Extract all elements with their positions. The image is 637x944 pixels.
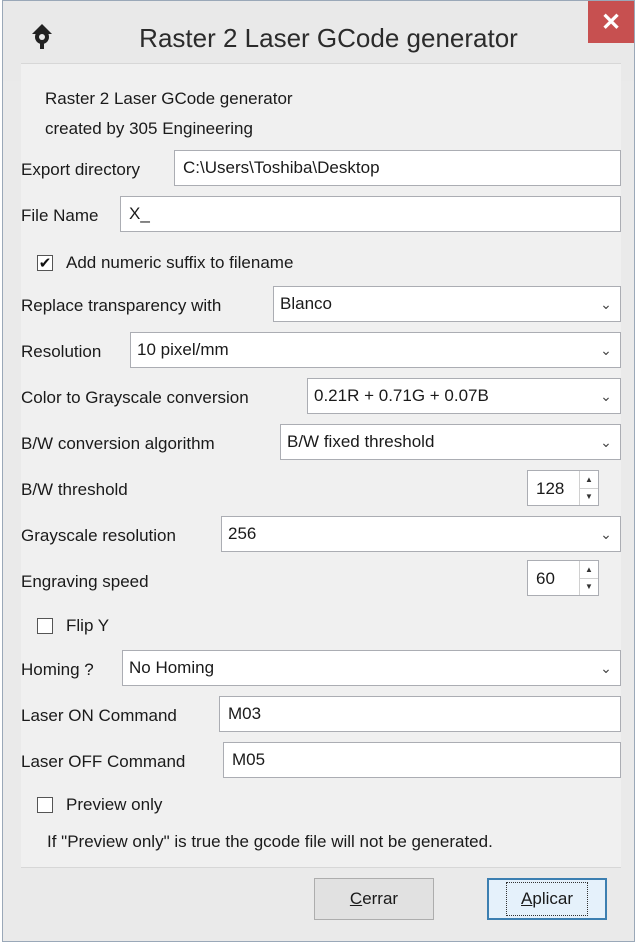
credits-text: created by 305 Engineering bbox=[45, 119, 253, 138]
window-title: Raster 2 Laser GCode generator bbox=[139, 23, 518, 53]
laser-off-label: Laser OFF Command bbox=[21, 752, 186, 771]
bw-algorithm-value: B/W fixed threshold bbox=[287, 432, 435, 451]
preview-note-text: If "Preview only" is true the gcode file… bbox=[47, 832, 493, 851]
close-icon: ✕ bbox=[600, 8, 622, 36]
preview-only-label: Preview only bbox=[66, 795, 163, 814]
grayscale-conversion-select[interactable]: 0.21R + 0.71G + 0.07B ⌄ bbox=[307, 378, 621, 414]
grayscale-resolution-label: Grayscale resolution bbox=[21, 526, 176, 545]
laser-off-input[interactable]: M05 bbox=[223, 742, 621, 778]
export-directory-value: C:\Users\Toshiba\Desktop bbox=[183, 158, 380, 177]
export-directory-input[interactable]: C:\Users\Toshiba\Desktop bbox=[174, 150, 621, 186]
transparency-label: Replace transparency with bbox=[21, 296, 222, 315]
grayscale-conversion-value: 0.21R + 0.71G + 0.07B bbox=[314, 386, 489, 405]
bw-threshold-spinbox[interactable]: 128 ▲ ▼ bbox=[527, 470, 599, 506]
file-name-input[interactable]: X_ bbox=[120, 196, 621, 232]
engraving-speed-label: Engraving speed bbox=[21, 572, 149, 591]
homing-label: Homing ? bbox=[21, 660, 94, 679]
resolution-label: Resolution bbox=[21, 342, 102, 361]
check-icon: ✔ bbox=[38, 254, 52, 272]
homing-select[interactable]: No Homing ⌄ bbox=[122, 650, 621, 686]
spin-up-icon[interactable]: ▲ bbox=[580, 561, 598, 579]
cancel-button[interactable]: Cerrar bbox=[314, 878, 434, 920]
laser-on-value: M03 bbox=[228, 704, 262, 723]
grayscale-resolution-value: 256 bbox=[228, 524, 257, 543]
file-name-label: File Name bbox=[21, 206, 99, 225]
engraving-speed-spinbox[interactable]: 60 ▲ ▼ bbox=[527, 560, 599, 596]
resolution-select[interactable]: 10 pixel/mm ⌄ bbox=[130, 332, 621, 368]
cancel-button-label: Cerrar bbox=[349, 889, 399, 908]
spin-down-icon[interactable]: ▼ bbox=[580, 578, 598, 595]
transparency-select[interactable]: Blanco ⌄ bbox=[273, 286, 621, 322]
laser-off-value: M05 bbox=[232, 750, 266, 769]
flip-y-label: Flip Y bbox=[66, 616, 110, 635]
chevron-down-icon[interactable]: ⌄ bbox=[592, 333, 620, 367]
laser-on-input[interactable]: M03 bbox=[219, 696, 621, 732]
dialog-window: Raster 2 Laser GCode generator ✕ Raster … bbox=[2, 0, 635, 942]
app-name-text: Raster 2 Laser GCode generator bbox=[45, 89, 293, 108]
flip-y-checkbox[interactable] bbox=[37, 618, 53, 634]
engraving-speed-value: 60 bbox=[536, 569, 555, 588]
laser-on-label: Laser ON Command bbox=[21, 706, 177, 725]
close-window-button[interactable]: ✕ bbox=[588, 1, 634, 43]
grayscale-resolution-select[interactable]: 256 ⌄ bbox=[221, 516, 621, 552]
preview-only-checkbox[interactable] bbox=[37, 797, 53, 813]
chevron-down-icon[interactable]: ⌄ bbox=[592, 425, 620, 459]
dialog-body: Raster 2 Laser GCode generator created b… bbox=[21, 63, 621, 867]
apply-button[interactable]: Aplicar bbox=[487, 878, 607, 920]
bw-threshold-value: 128 bbox=[536, 479, 565, 498]
bw-algorithm-select[interactable]: B/W fixed threshold ⌄ bbox=[280, 424, 621, 460]
export-directory-label: Export directory bbox=[21, 160, 141, 179]
apply-button-label: Aplicar bbox=[506, 882, 588, 916]
homing-value: No Homing bbox=[129, 658, 215, 677]
chevron-down-icon[interactable]: ⌄ bbox=[592, 287, 620, 321]
bw-threshold-label: B/W threshold bbox=[21, 480, 128, 499]
file-name-value: X_ bbox=[129, 204, 150, 223]
chevron-down-icon[interactable]: ⌄ bbox=[592, 651, 620, 685]
transparency-value: Blanco bbox=[280, 294, 332, 313]
chevron-down-icon[interactable]: ⌄ bbox=[592, 379, 620, 413]
chevron-down-icon[interactable]: ⌄ bbox=[592, 517, 620, 551]
footer-divider bbox=[21, 867, 621, 868]
grayscale-conversion-label: Color to Grayscale conversion bbox=[21, 388, 249, 407]
spin-buttons: ▲ ▼ bbox=[579, 561, 598, 595]
resolution-value: 10 pixel/mm bbox=[137, 340, 229, 359]
spin-buttons: ▲ ▼ bbox=[579, 471, 598, 505]
spin-up-icon[interactable]: ▲ bbox=[580, 471, 598, 489]
bw-algorithm-label: B/W conversion algorithm bbox=[21, 434, 215, 453]
numeric-suffix-label: Add numeric suffix to filename bbox=[66, 253, 294, 272]
numeric-suffix-checkbox[interactable]: ✔ bbox=[37, 255, 53, 271]
spin-down-icon[interactable]: ▼ bbox=[580, 488, 598, 505]
